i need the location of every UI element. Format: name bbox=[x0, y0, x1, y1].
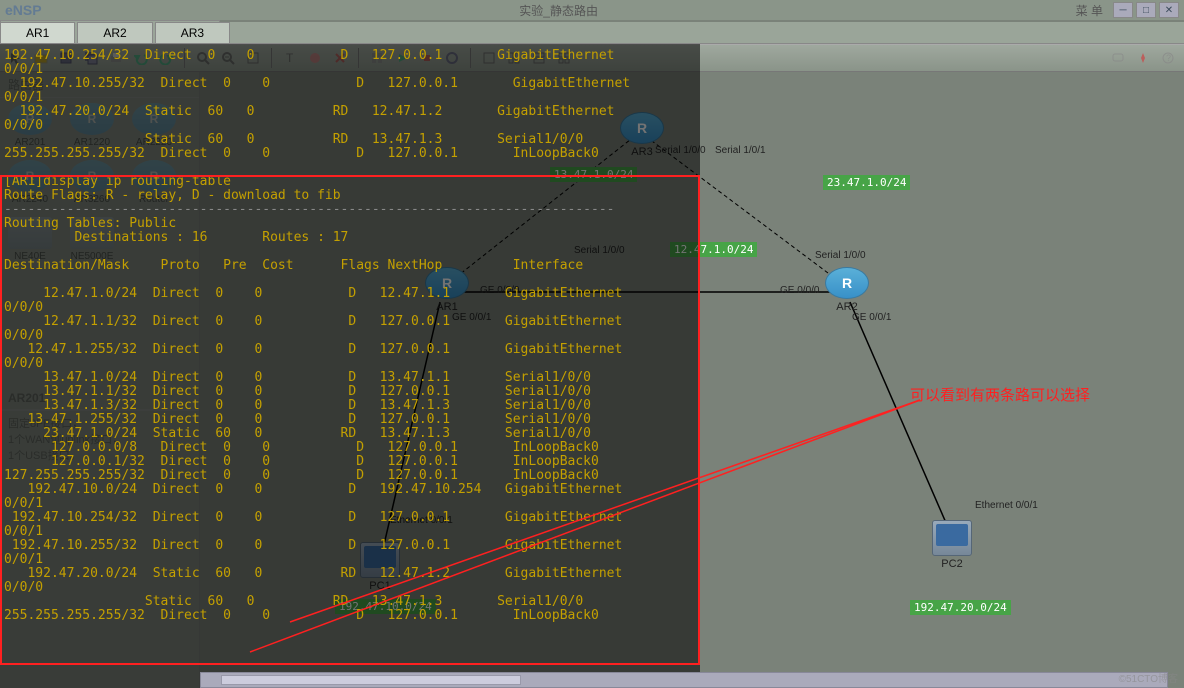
terminal-line: 0/0/1 bbox=[4, 524, 43, 539]
terminal-sep: ----------------------------------------… bbox=[4, 202, 614, 217]
terminal-line: 192.47.10.0/24 Direct 0 0 D 192.47.10.25… bbox=[4, 482, 622, 497]
tool-help-icon[interactable]: ? bbox=[1157, 47, 1179, 69]
terminal-line: Static 60 0 RD 13.47.1.3 Serial1/0/0 bbox=[4, 594, 583, 609]
tool-huawei-icon[interactable] bbox=[1132, 47, 1154, 69]
terminal-line: 0/0/0 bbox=[4, 118, 43, 133]
terminal-line: 13.47.1.0/24 Direct 0 0 D 13.47.1.1 Seri… bbox=[4, 370, 591, 385]
terminal-line: 127.0.0.0/8 Direct 0 0 D 127.0.0.1 InLoo… bbox=[4, 440, 599, 455]
port-label: GE 0/0/1 bbox=[852, 312, 891, 323]
terminal-line: 23.47.1.0/24 Static 60 0 RD 13.47.1.3 Se… bbox=[4, 426, 591, 441]
net-label: 192.47.20.0/24 bbox=[910, 600, 1011, 615]
terminal-line: 127.0.0.1/32 Direct 0 0 D 127.0.0.1 InLo… bbox=[4, 454, 599, 469]
scrollbar-thumb[interactable] bbox=[221, 675, 521, 685]
minimize-button[interactable]: ─ bbox=[1113, 2, 1133, 18]
terminal-line: 12.47.1.0/24 Direct 0 0 D 12.47.1.1 Giga… bbox=[4, 286, 622, 301]
terminal-line: 0/0/1 bbox=[4, 552, 43, 567]
terminal-line: 13.47.1.255/32 Direct 0 0 D 127.0.0.1 Se… bbox=[4, 412, 591, 427]
horizontal-scrollbar[interactable] bbox=[200, 672, 1168, 688]
terminal-line: 0/0/0 bbox=[4, 328, 43, 343]
terminal-line: 192.47.20.0/24 Static 60 0 RD 12.47.1.2 … bbox=[4, 104, 614, 119]
tab-ar1[interactable]: AR1 bbox=[0, 22, 75, 43]
terminal-line: 192.47.10.255/32 Direct 0 0 D 127.0.0.1 … bbox=[4, 538, 622, 553]
terminal-line: 0/0/0 bbox=[4, 356, 43, 371]
terminal-line: 255.255.255.255/32 Direct 0 0 D 127.0.0.… bbox=[4, 608, 599, 623]
device-pc2[interactable]: PC2 bbox=[932, 520, 972, 570]
app-logo: eNSP bbox=[5, 2, 42, 18]
terminal-line: 0/0/1 bbox=[4, 62, 43, 77]
terminal-line: Routing Tables: Public bbox=[4, 216, 176, 231]
terminal-line: 192.47.10.254/32 Direct 0 0 D 127.0.0.1 … bbox=[4, 48, 614, 63]
terminal-line: Static 60 0 RD 13.47.1.3 Serial1/0/0 bbox=[4, 132, 583, 147]
port-label: Serial 1/0/1 bbox=[715, 145, 766, 156]
tool-chat-icon[interactable] bbox=[1107, 47, 1129, 69]
title-bar: eNSP 实验_静态路由 菜 单 ─ □ ✕ bbox=[0, 0, 1184, 20]
terminal-line: 192.47.10.255/32 Direct 0 0 D 127.0.0.1 … bbox=[4, 76, 630, 91]
window-controls: ─ □ ✕ bbox=[1113, 2, 1179, 18]
terminal-line: 0/0/1 bbox=[4, 496, 43, 511]
router-tabs: AR1 AR2 AR3 bbox=[0, 22, 1184, 44]
net-label: 23.47.1.0/24 bbox=[823, 175, 910, 190]
terminal-line: 13.47.1.3/32 Direct 0 0 D 13.47.1.3 Seri… bbox=[4, 398, 591, 413]
terminal-line: Destinations : 16 Routes : 17 bbox=[4, 230, 348, 245]
terminal-line: 0/0/0 bbox=[4, 300, 43, 315]
svg-text:?: ? bbox=[1166, 53, 1171, 63]
annotation-text: 可以看到有两条路可以选择 bbox=[910, 384, 1090, 405]
port-label: GE 0/0/0 bbox=[780, 285, 819, 296]
port-label: Ethernet 0/0/1 bbox=[975, 500, 1038, 511]
terminal-line: 255.255.255.255/32 Direct 0 0 D 127.0.0.… bbox=[4, 146, 599, 161]
terminal-line: 0/0/0 bbox=[4, 580, 43, 595]
watermark: ©51CTO博客 bbox=[1119, 670, 1178, 685]
menu-label[interactable]: 菜 单 bbox=[1076, 2, 1103, 19]
terminal-line: 12.47.1.1/32 Direct 0 0 D 127.0.0.1 Giga… bbox=[4, 314, 622, 329]
terminal-line: 0/0/1 bbox=[4, 90, 43, 105]
terminal-line: 12.47.1.255/32 Direct 0 0 D 127.0.0.1 Gi… bbox=[4, 342, 622, 357]
maximize-button[interactable]: □ bbox=[1136, 2, 1156, 18]
tab-ar2[interactable]: AR2 bbox=[77, 22, 152, 43]
terminal-line: 13.47.1.1/32 Direct 0 0 D 127.0.0.1 Seri… bbox=[4, 384, 591, 399]
terminal-cmd: [AR1]display ip routing-table bbox=[4, 174, 231, 189]
window-title: 实验_静态路由 bbox=[42, 2, 1076, 19]
terminal-line: 192.47.10.254/32 Direct 0 0 D 127.0.0.1 … bbox=[4, 510, 622, 525]
cli-terminal[interactable]: 192.47.10.254/32 Direct 0 0 D 127.0.0.1 … bbox=[0, 44, 700, 688]
tab-ar3[interactable]: AR3 bbox=[155, 22, 230, 43]
close-button[interactable]: ✕ bbox=[1159, 2, 1179, 18]
device-ar2[interactable]: AR2 bbox=[825, 267, 869, 313]
terminal-cols: Destination/Mask Proto Pre Cost Flags Ne… bbox=[4, 258, 583, 273]
port-label: Serial 1/0/0 bbox=[815, 250, 866, 261]
terminal-line: 127.255.255.255/32 Direct 0 0 D 127.0.0.… bbox=[4, 468, 599, 483]
terminal-line: 192.47.20.0/24 Static 60 0 RD 12.47.1.2 … bbox=[4, 566, 622, 581]
terminal-line: Route Flags: R - relay, D - download to … bbox=[4, 188, 341, 203]
